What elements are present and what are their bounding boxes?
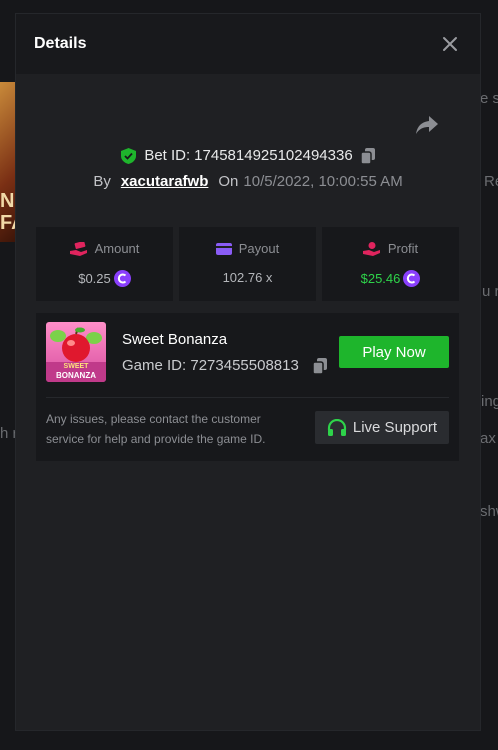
close-icon[interactable] <box>442 36 458 52</box>
details-modal: Details Bet ID: 1745814925102494336 By x… <box>16 14 480 730</box>
game-id-text: Game ID: 7273455508813 <box>122 357 299 374</box>
bet-stats: Amount $0.25 Payout 102.76 x Profit $25.… <box>36 227 459 301</box>
game-thumbnail[interactable]: SWEET BONANZA <box>46 322 106 382</box>
live-support-button[interactable]: Live Support <box>315 411 449 444</box>
stat-header: Amount <box>69 241 140 256</box>
on-label: On <box>218 173 239 190</box>
copy-icon[interactable] <box>360 147 375 164</box>
stat-label: Payout <box>238 241 280 256</box>
bet-datetime: 10/5/2022, 10:00:55 AM <box>243 173 403 190</box>
by-label: By <box>93 173 111 190</box>
bet-id-row: Bet ID: 1745814925102494336 <box>16 147 480 164</box>
username-link[interactable]: xacutarafwb <box>121 173 209 190</box>
stat-payout: Payout 102.76 x <box>179 227 316 301</box>
stat-profit: Profit $25.46 <box>322 227 459 301</box>
wallet-icon <box>215 242 232 255</box>
game-id-label: Game ID: <box>122 357 187 374</box>
coin-icon <box>403 270 421 287</box>
stat-label: Amount <box>94 241 140 256</box>
amount-value: $0.25 <box>78 271 111 286</box>
game-card: SWEET BONANZA Sweet Bonanza Game ID: 727… <box>36 313 459 461</box>
stat-amount: Amount $0.25 <box>36 227 173 301</box>
play-now-button[interactable]: Play Now <box>339 336 449 368</box>
live-support-label: Live Support <box>352 419 438 436</box>
game-id-value: 7273455508813 <box>190 357 299 374</box>
modal-title: Details <box>34 35 87 52</box>
game-id-row: Game ID: 7273455508813 <box>122 357 327 374</box>
headset-icon <box>327 418 346 436</box>
profit-value: $25.46 <box>360 271 401 286</box>
stat-value: $25.46 <box>361 270 421 287</box>
share-icon[interactable] <box>415 114 439 136</box>
stat-header: Payout <box>215 241 280 256</box>
background-text: h r <box>0 425 18 442</box>
background-text: ax w <box>480 430 498 447</box>
thumbnail-logo-text: BONANZA <box>56 371 96 380</box>
bet-id-label: Bet ID: <box>144 147 191 164</box>
copy-icon[interactable] <box>312 357 327 374</box>
modal-header: Details <box>16 14 480 74</box>
money-hand-icon <box>69 241 87 256</box>
background-text: e s <box>480 90 498 107</box>
background-text: shw <box>480 503 498 520</box>
background-text: Re <box>484 173 498 190</box>
bet-author-row: By xacutarafwb On 10/5/2022, 10:00:55 AM <box>16 173 480 190</box>
stat-header: Profit <box>362 241 419 256</box>
thumbnail-logo-text: SWEET <box>63 363 89 370</box>
background-text: ing <box>481 393 498 410</box>
profit-hand-icon <box>362 241 380 256</box>
coin-icon <box>113 270 131 287</box>
bet-id-value: 1745814925102494336 <box>194 147 353 164</box>
game-name: Sweet Bonanza <box>122 331 228 348</box>
background-text: u r <box>482 283 498 300</box>
stat-value: $0.25 <box>78 270 131 287</box>
support-notice: Any issues, please contact the customer … <box>46 412 266 446</box>
stat-value: 102.76 x <box>223 270 273 285</box>
stat-label: Profit <box>387 241 419 256</box>
divider <box>46 397 449 398</box>
shield-check-icon <box>121 147 137 164</box>
payout-value: 102.76 x <box>222 270 273 285</box>
